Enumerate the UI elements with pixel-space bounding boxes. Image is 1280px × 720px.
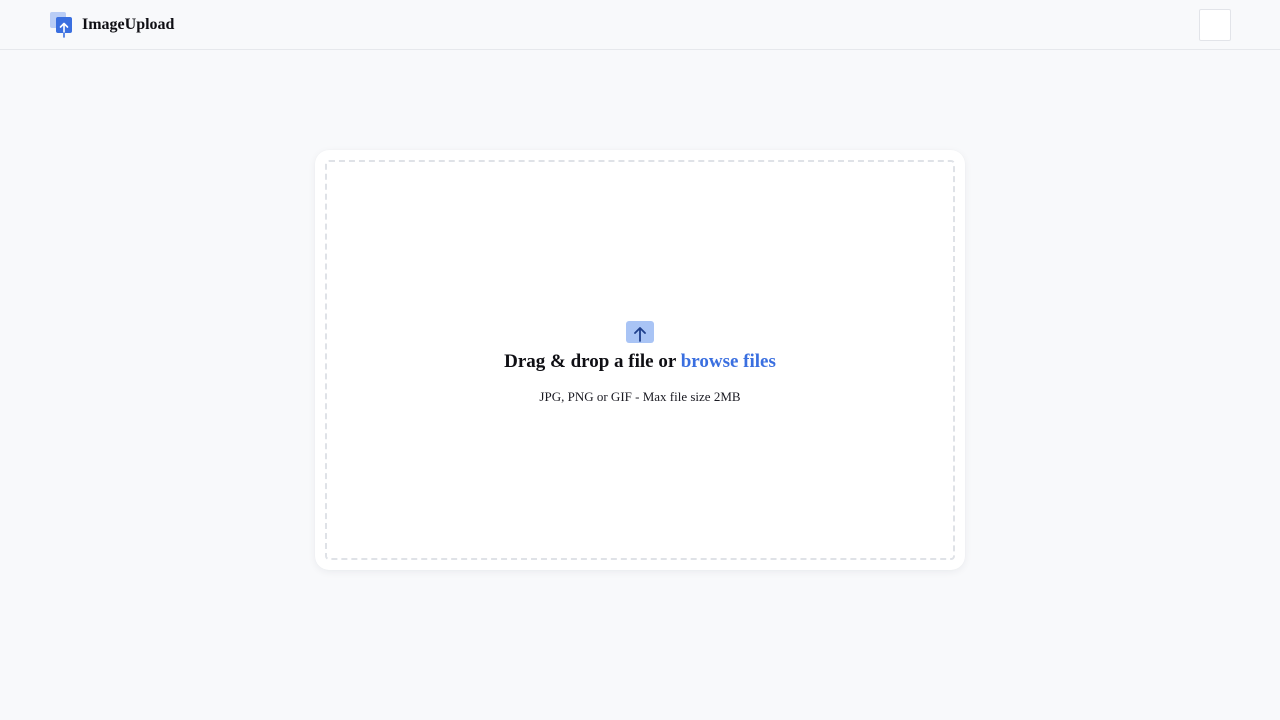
image-upload-logo-icon: [50, 12, 72, 38]
upload-card: Drag & drop a file or browse files JPG, …: [315, 150, 965, 570]
upload-arrow-icon: [626, 320, 654, 343]
drop-zone[interactable]: Drag & drop a file or browse files JPG, …: [325, 160, 955, 560]
moon-icon: [1211, 19, 1218, 31]
drop-title: Drag & drop a file or browse files: [504, 349, 776, 375]
app-name: ImageUpload: [82, 16, 175, 33]
brand[interactable]: ImageUpload: [50, 12, 174, 38]
top-bar: ImageUpload: [0, 0, 1280, 50]
file-requirements-hint: JPG, PNG or GIF - Max file size 2MB: [539, 388, 741, 404]
theme-toggle-button[interactable]: [1199, 9, 1231, 41]
drop-title-text: Drag & drop a file or: [504, 350, 681, 372]
browse-files-link[interactable]: browse files: [681, 351, 776, 372]
